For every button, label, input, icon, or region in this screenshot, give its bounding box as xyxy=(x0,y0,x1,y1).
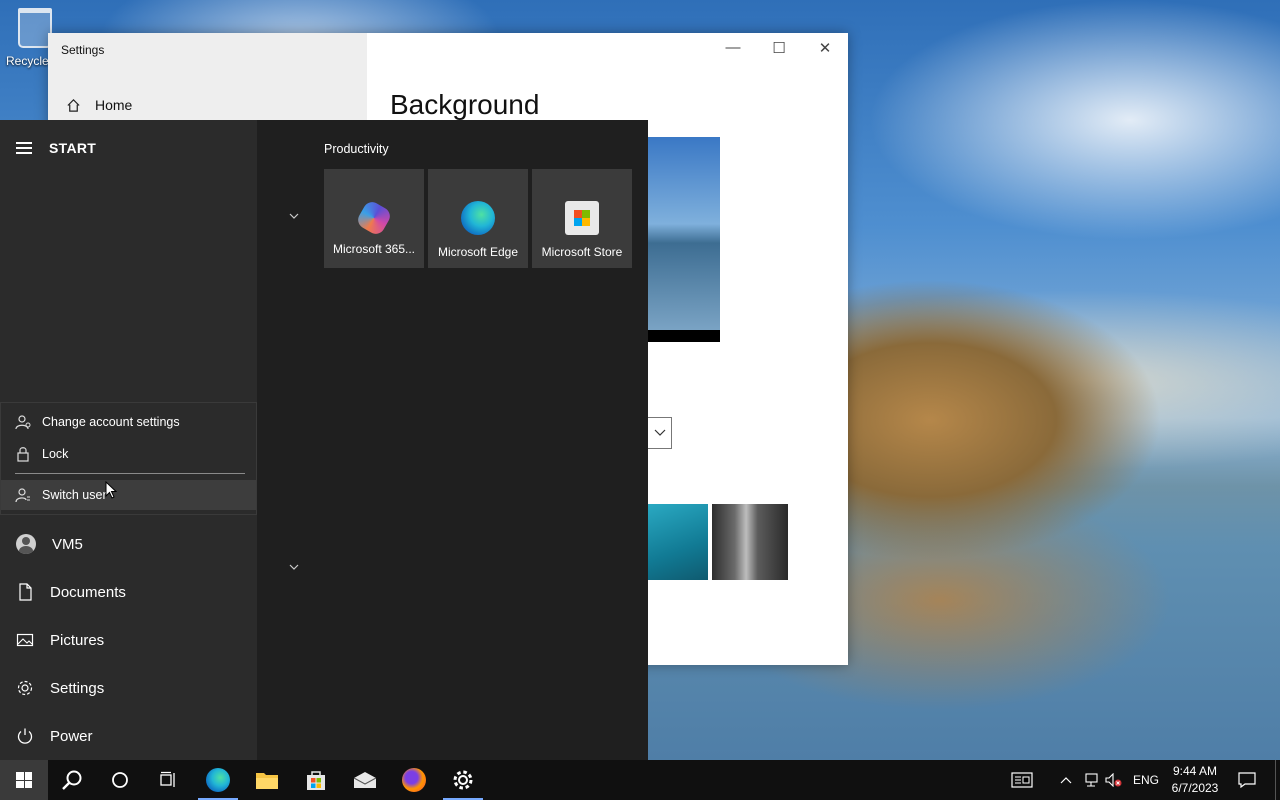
taskbar-store[interactable] xyxy=(292,760,340,800)
clock-date: 6/7/2023 xyxy=(1171,781,1219,795)
start-title: START xyxy=(49,140,97,156)
action-center-button[interactable] xyxy=(1238,760,1256,800)
document-icon xyxy=(19,583,32,601)
picture-thumbnail[interactable] xyxy=(648,504,708,580)
switch-user-label: Switch user xyxy=(42,488,107,502)
chevron-down-icon xyxy=(654,429,665,436)
account-flyout: Change account settings Lock Switch user xyxy=(0,402,257,515)
taskbar-firefox[interactable] xyxy=(390,760,438,800)
taskbar: ENG 9:44 AM 6/7/2023 xyxy=(0,760,1280,800)
rail-pictures[interactable]: Pictures xyxy=(0,618,257,662)
windows-logo-icon xyxy=(16,772,32,788)
tile-label: Microsoft 365... xyxy=(332,242,416,256)
gear-icon xyxy=(453,770,473,790)
clock-time: 9:44 AM xyxy=(1172,764,1218,778)
switch-user-item[interactable]: Switch user xyxy=(1,480,256,510)
change-account-settings-label: Change account settings xyxy=(42,415,180,429)
task-view-icon xyxy=(160,771,175,787)
cortana-button[interactable] xyxy=(96,760,144,800)
close-button[interactable]: ✕ xyxy=(810,39,840,57)
firefox-icon xyxy=(402,768,426,792)
lock-label: Lock xyxy=(42,447,69,461)
switch-user-icon xyxy=(15,488,30,503)
rail-settings[interactable]: Settings xyxy=(0,666,257,710)
power-label: Power xyxy=(50,727,93,745)
background-preview xyxy=(648,137,720,342)
home-icon xyxy=(67,98,80,112)
taskbar-mail[interactable] xyxy=(341,760,389,800)
taskbar-settings[interactable] xyxy=(439,760,487,800)
mail-icon xyxy=(353,772,377,788)
volume-button[interactable] xyxy=(1105,760,1123,800)
mouse-cursor-icon xyxy=(105,481,117,499)
rail-user-account[interactable]: VM5 xyxy=(0,522,257,566)
start-menu: START Change account settings Lock Switc… xyxy=(0,120,648,760)
search-icon xyxy=(62,770,82,790)
start-button[interactable] xyxy=(0,760,48,800)
taskbar-file-explorer[interactable] xyxy=(243,760,291,800)
page-title: Background xyxy=(390,89,540,120)
maximize-button[interactable]: ☐ xyxy=(764,39,794,57)
news-icon xyxy=(1011,772,1033,788)
tile-group-title: Productivity xyxy=(324,142,389,156)
folder-icon xyxy=(256,773,278,789)
edge-icon xyxy=(206,768,230,792)
store-icon xyxy=(565,201,599,235)
background-type-dropdown[interactable] xyxy=(648,417,672,449)
clock[interactable]: 9:44 AM 6/7/2023 xyxy=(1166,763,1224,797)
notifications-icon xyxy=(1238,772,1256,788)
taskbar-edge[interactable] xyxy=(194,760,242,800)
avatar xyxy=(16,534,36,554)
tile-label: Microsoft Store xyxy=(541,245,623,259)
rail-power[interactable]: Power xyxy=(0,714,257,758)
documents-label: Documents xyxy=(50,583,126,601)
person-gear-icon xyxy=(15,415,31,430)
minimize-button[interactable]: — xyxy=(718,39,748,56)
gear-icon xyxy=(17,680,33,696)
show-hidden-icons-button[interactable] xyxy=(1060,760,1072,800)
pictures-label: Pictures xyxy=(50,631,105,649)
tile-label: Microsoft Edge xyxy=(437,245,519,259)
picture-thumbnail[interactable] xyxy=(712,504,788,580)
task-view-button[interactable] xyxy=(144,760,192,800)
chevron-down-icon[interactable] xyxy=(289,564,299,571)
tile-microsoft-365[interactable]: Microsoft 365... xyxy=(324,169,424,268)
hamburger-menu-icon xyxy=(16,142,32,154)
show-desktop-button[interactable] xyxy=(1275,760,1276,800)
tile-microsoft-store[interactable]: Microsoft Store xyxy=(532,169,632,268)
network-button[interactable] xyxy=(1083,760,1099,800)
search-button[interactable] xyxy=(48,760,96,800)
flyout-divider xyxy=(15,473,245,474)
change-account-settings-item[interactable]: Change account settings xyxy=(1,407,256,437)
microsoft-365-icon xyxy=(354,198,394,238)
chevron-up-icon xyxy=(1060,777,1072,784)
chevron-down-icon[interactable] xyxy=(289,213,299,220)
tile-microsoft-edge[interactable]: Microsoft Edge xyxy=(428,169,528,268)
store-icon xyxy=(307,771,325,790)
settings-window-title: Settings xyxy=(61,43,105,57)
edge-icon xyxy=(461,201,495,235)
cortana-icon xyxy=(112,772,128,788)
rail-documents[interactable]: Documents xyxy=(0,570,257,614)
recycle-bin-icon xyxy=(18,8,52,48)
settings-home-label: Home xyxy=(95,97,133,113)
pictures-icon xyxy=(16,633,34,647)
start-header[interactable]: START xyxy=(16,140,96,156)
volume-muted-icon xyxy=(1105,773,1122,787)
lock-icon xyxy=(17,447,29,462)
news-widget-button[interactable] xyxy=(1011,760,1033,800)
settings-label: Settings xyxy=(50,679,105,697)
network-icon xyxy=(1085,773,1098,787)
user-name: VM5 xyxy=(52,535,83,553)
lock-item[interactable]: Lock xyxy=(1,439,256,469)
power-icon xyxy=(17,728,33,744)
language-indicator[interactable]: ENG xyxy=(1133,760,1159,800)
settings-home-link[interactable]: Home xyxy=(66,97,132,113)
